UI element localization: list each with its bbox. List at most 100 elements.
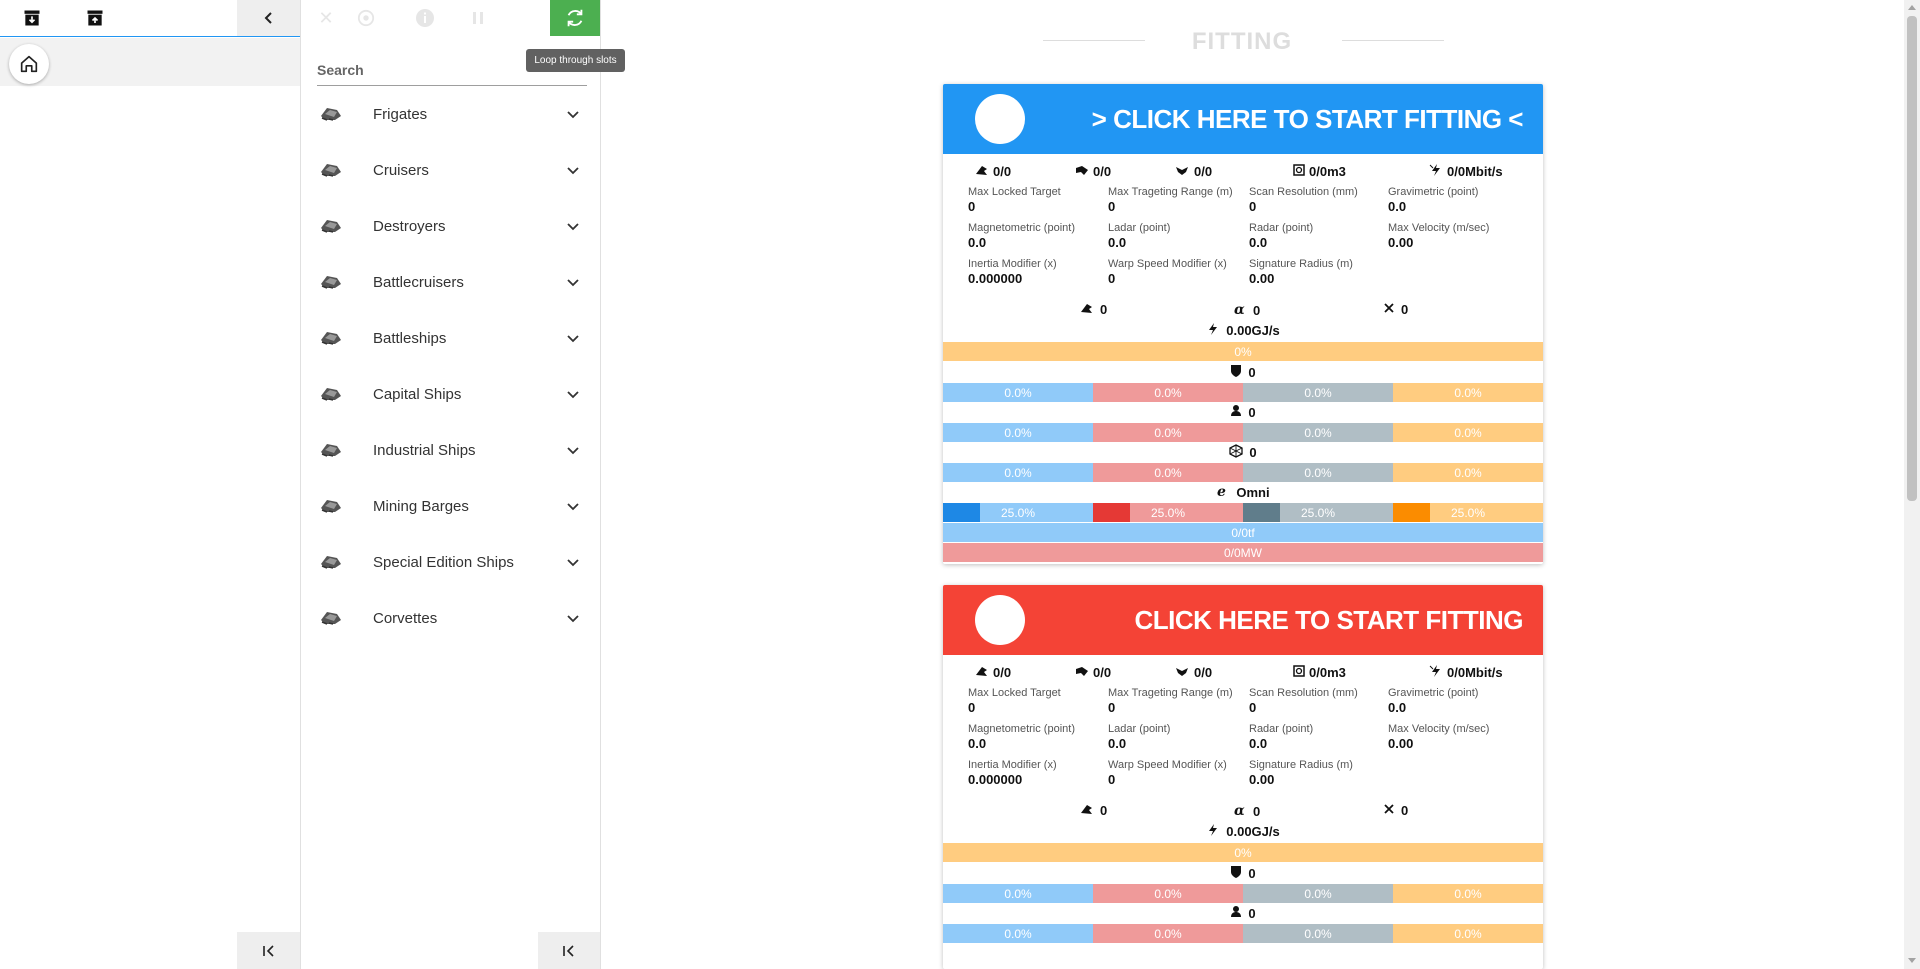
stat-value: 0 (968, 700, 976, 715)
collapse-left-button[interactable] (237, 0, 300, 36)
stat-item: Scan Resolution (mm) 0 (1249, 186, 1389, 215)
category-battleships[interactable]: Battleships (317, 310, 587, 366)
chevron-down-icon[interactable] (563, 384, 583, 404)
scroll-down-arrow-icon[interactable] (1908, 958, 1916, 963)
chevron-left-icon (264, 12, 272, 24)
armor-value: 0 (1248, 905, 1256, 921)
scroll-thumb[interactable] (1907, 16, 1917, 501)
info-button[interactable] (414, 7, 436, 29)
stat-item: Ladar (point) 0.0 (1108, 222, 1248, 251)
armor-row: 0 (943, 903, 1543, 923)
cargo-resource: 0/0m3 (1293, 164, 1346, 179)
chevron-down-icon[interactable] (563, 552, 583, 572)
ship-avatar[interactable] (975, 595, 1025, 645)
shield-resist-bar: 0.0% 0.0% 0.0% 0.0% (943, 383, 1543, 402)
pause-button[interactable] (467, 7, 489, 29)
category-capital-ships[interactable]: Capital Ships (317, 366, 587, 422)
shield-icon (1230, 364, 1242, 380)
upload-archive-button[interactable] (82, 6, 108, 30)
shield-resist-bar: 0.0% 0.0% 0.0% 0.0% (943, 884, 1543, 903)
damage-cell: 25.0% (1093, 503, 1243, 522)
category-label: Special Edition Ships (373, 553, 514, 571)
turret-icon (1080, 302, 1094, 317)
damage-type-label: Omni (1236, 484, 1270, 500)
title-line-right (1342, 40, 1444, 41)
armor-value: 0 (1248, 404, 1256, 420)
drone-icon (1383, 302, 1395, 317)
scrollbar[interactable] (1904, 0, 1920, 969)
stat-value: 0.00 (1249, 772, 1275, 787)
chevron-down-icon[interactable] (563, 104, 583, 124)
capacitor-value: 0.00GJ/s (1226, 823, 1280, 839)
close-button[interactable]: ✕ (315, 7, 337, 29)
stat-label: Inertia Modifier (x) (968, 759, 1057, 771)
cargo-icon (1293, 665, 1305, 680)
category-industrial-ships[interactable]: Industrial Ships (317, 422, 587, 478)
ship-icon (319, 160, 343, 180)
stat-label: Max Velocity (m/sec) (1388, 723, 1490, 735)
armor-row: 0 (943, 402, 1543, 422)
stat-item: Max Velocity (m/sec) 0.00 (1388, 723, 1528, 752)
chevron-down-icon[interactable] (563, 608, 583, 628)
structure-resist-bar: 0.0% 0.0% 0.0% 0.0% (943, 463, 1543, 482)
collapse-ship-panel-button[interactable] (538, 932, 600, 969)
category-corvettes[interactable]: Corvettes (317, 590, 587, 646)
launcher-count: α0 (1233, 803, 1260, 820)
high-slot-value: 0/0 (993, 665, 1012, 680)
download-archive-button[interactable] (19, 6, 45, 30)
stat-value: 0 (968, 199, 976, 214)
chevron-down-icon[interactable] (563, 496, 583, 516)
armor-resist-bar: 0.0% 0.0% 0.0% 0.0% (943, 924, 1543, 943)
target-button[interactable] (355, 7, 377, 29)
chevron-down-icon[interactable] (563, 440, 583, 460)
resist-cell: 0.0% (1393, 463, 1543, 482)
stat-label: Warp Speed Modifier (x) (1108, 258, 1227, 270)
resist-cell: 0.0% (943, 423, 1093, 442)
home-button[interactable] (9, 44, 49, 84)
stat-item: Inertia Modifier (x) 0.000000 (968, 258, 1108, 287)
category-mining-barges[interactable]: Mining Barges (317, 478, 587, 534)
category-label: Frigates (373, 105, 428, 123)
stat-label: Gravimetric (point) (1388, 687, 1479, 699)
mid-slot-icon (1075, 164, 1089, 179)
cargo-value: 0/0m3 (1309, 665, 1346, 680)
damage-fill (1243, 503, 1280, 522)
chevron-down-icon[interactable] (563, 160, 583, 180)
resist-cell: 0.0% (943, 463, 1093, 482)
damage-pct: 25.0% (1000, 505, 1036, 520)
start-fitting-header[interactable]: > CLICK HERE TO START FITTING < (943, 84, 1543, 154)
category-label: Destroyers (373, 217, 446, 235)
stat-value: 0.0 (1108, 235, 1127, 250)
chevron-down-icon[interactable] (563, 328, 583, 348)
fitting-card: CLICK HERE TO START FITTING 0/0 0/0 0/0 0/0m… (943, 585, 1543, 969)
stat-item: Radar (point) 0.0 (1249, 723, 1389, 752)
archive-down-icon (23, 9, 41, 27)
damage-cell: 25.0% (1243, 503, 1393, 522)
resist-cell: 0.0% (1393, 423, 1543, 442)
stat-item: Max Trageting Range (m) 0 (1108, 687, 1248, 716)
collapse-to-start-button[interactable] (237, 932, 300, 969)
stat-value: 0.00 (1249, 271, 1275, 286)
stat-item: Ladar (point) 0.0 (1108, 723, 1248, 752)
start-fitting-header[interactable]: CLICK HERE TO START FITTING (943, 585, 1543, 655)
scroll-up-arrow-icon[interactable] (1908, 5, 1916, 10)
ship-icon (319, 552, 343, 572)
stat-label: Warp Speed Modifier (x) (1108, 759, 1227, 771)
category-destroyers[interactable]: Destroyers (317, 198, 587, 254)
stat-value: 0 (1108, 199, 1116, 214)
loop-slots-button[interactable] (550, 0, 600, 36)
chevron-down-icon[interactable] (563, 216, 583, 236)
ship-avatar[interactable] (975, 94, 1025, 144)
shield-icon (1230, 865, 1242, 881)
pause-icon (473, 12, 483, 24)
category-special-edition-ships[interactable]: Special Edition Ships (317, 534, 587, 590)
resist-cell: 0.0% (943, 383, 1093, 402)
drone-count: 0 (1383, 803, 1408, 818)
category-frigates[interactable]: Frigates (317, 86, 587, 142)
category-cruisers[interactable]: Cruisers (317, 142, 587, 198)
category-battlecruisers[interactable]: Battlecruisers (317, 254, 587, 310)
chevron-down-icon[interactable] (563, 272, 583, 292)
turret-value: 0 (1100, 803, 1108, 818)
bandwidth-resource: 0/0Mbit/s (1429, 665, 1503, 680)
low-slot-resource: 0/0 (1174, 164, 1212, 179)
